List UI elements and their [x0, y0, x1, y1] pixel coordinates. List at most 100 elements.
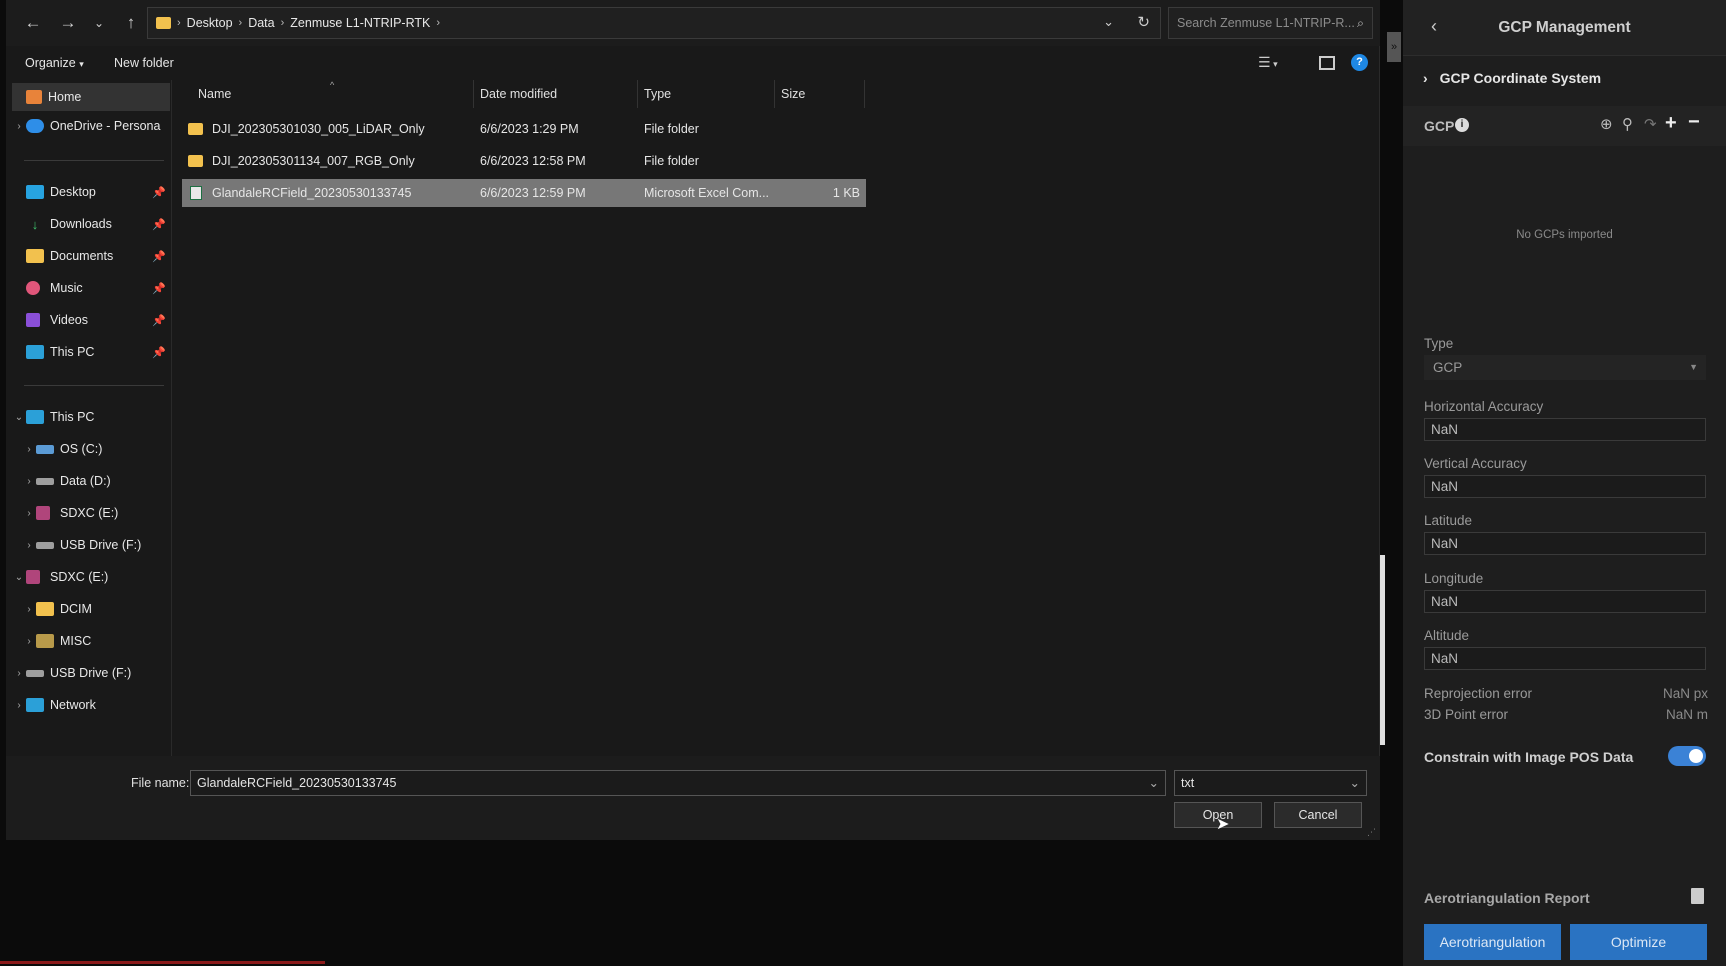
chevron-down-icon[interactable]: ⌄: [12, 412, 26, 423]
nav-item-downloads[interactable]: ↓ Downloads 📌: [12, 210, 170, 238]
nav-item-home[interactable]: Home: [12, 83, 170, 111]
pin-icon[interactable]: 📌: [152, 218, 166, 231]
up-arrow-icon[interactable]: ↑: [118, 10, 144, 36]
nav-item-sdxc[interactable]: ⌄ SDXC (E:): [12, 563, 170, 591]
horizontal-accuracy-input[interactable]: NaN: [1424, 418, 1706, 441]
remove-gcp-icon[interactable]: −: [1688, 111, 1700, 134]
address-breadcrumb[interactable]: › Desktop › Data › Zenmuse L1-NTRIP-RTK …: [147, 7, 1161, 39]
chevron-right-icon[interactable]: ›: [22, 636, 36, 647]
latitude-input[interactable]: NaN: [1424, 532, 1706, 555]
chevron-right-icon[interactable]: ›: [12, 121, 26, 132]
view-options-icon[interactable]: ☰ ▾: [1258, 54, 1288, 72]
file-type-select[interactable]: txt ⌄: [1174, 770, 1367, 796]
chevron-right-icon[interactable]: ›: [22, 604, 36, 615]
breadcrumb-zenmuse[interactable]: Zenmuse L1-NTRIP-RTK: [290, 16, 430, 30]
new-folder-button[interactable]: New folder: [114, 56, 174, 70]
organize-label: Organize: [25, 56, 76, 70]
breadcrumb-desktop[interactable]: Desktop: [187, 16, 233, 30]
nav-label: This PC: [50, 345, 95, 359]
nav-label: DCIM: [60, 602, 92, 616]
column-header-name[interactable]: Name ^: [182, 80, 474, 108]
chevron-down-icon: ⌄: [1349, 776, 1360, 790]
download-icon: ↓: [31, 217, 39, 232]
folder-icon: [188, 123, 203, 135]
constrain-toggle[interactable]: [1668, 746, 1706, 766]
nav-item-this-pc[interactable]: ⌄ This PC: [12, 403, 170, 431]
nav-item-usb-drive[interactable]: › USB Drive (F:): [12, 659, 170, 687]
nav-item-music[interactable]: Music 📌: [12, 274, 170, 302]
type-select[interactable]: GCP ▼: [1424, 355, 1706, 380]
export-icon[interactable]: ↷: [1644, 115, 1657, 133]
pin-icon[interactable]: 📌: [152, 250, 166, 263]
nav-item-sdxc-e[interactable]: › SDXC (E:): [12, 499, 170, 527]
pin-icon[interactable]: 📌: [152, 346, 166, 359]
nav-item-usb-f[interactable]: › USB Drive (F:): [12, 531, 170, 559]
nav-item-onedrive[interactable]: › OneDrive - Persona: [12, 112, 170, 140]
file-type: Microsoft Excel Com...: [644, 186, 769, 200]
chevron-right-icon[interactable]: ›: [22, 540, 36, 551]
refresh-icon[interactable]: ↻: [1137, 13, 1150, 31]
drive-icon: [36, 444, 54, 454]
pin-icon[interactable]: 📌: [152, 186, 166, 199]
chevron-down-icon[interactable]: ⌄: [12, 572, 26, 583]
longitude-input[interactable]: NaN: [1424, 590, 1706, 613]
nav-item-desktop[interactable]: Desktop 📌: [12, 178, 170, 206]
chevron-right-icon[interactable]: ›: [12, 668, 26, 679]
pick-point-icon[interactable]: ⚲: [1622, 115, 1633, 133]
column-header-type[interactable]: Type: [638, 80, 775, 108]
info-icon[interactable]: i: [1455, 118, 1469, 132]
nav-item-videos[interactable]: Videos 📌: [12, 306, 170, 334]
breadcrumb-data[interactable]: Data: [248, 16, 274, 30]
locate-gcp-icon[interactable]: ⊕: [1600, 115, 1613, 133]
column-header-size[interactable]: Size: [775, 80, 865, 108]
nav-divider: [24, 385, 164, 386]
chevron-right-icon[interactable]: ›: [22, 508, 36, 519]
nav-divider: [24, 160, 164, 161]
back-arrow-icon[interactable]: ←: [20, 10, 46, 36]
nav-item-misc[interactable]: › MISC: [12, 627, 170, 655]
nav-item-os-c[interactable]: › OS (C:): [12, 435, 170, 463]
chevron-right-icon[interactable]: ›: [22, 476, 36, 487]
file-row[interactable]: DJI_202305301134_007_RGB_Only 6/6/2023 1…: [182, 147, 866, 175]
forward-arrow-icon[interactable]: →: [55, 10, 81, 36]
recent-locations-chevron-icon[interactable]: ⌄: [86, 10, 112, 36]
altitude-input[interactable]: NaN: [1424, 647, 1706, 670]
altitude-label: Altitude: [1424, 628, 1470, 643]
aerotriangulation-report-label: Aerotriangulation Report: [1424, 890, 1590, 906]
desktop-icon: [26, 185, 44, 199]
video-icon: [26, 313, 40, 327]
nav-item-network[interactable]: › Network: [12, 691, 170, 719]
coordinate-system-toggle[interactable]: › GCP Coordinate System: [1423, 70, 1601, 86]
network-icon: [26, 698, 44, 712]
scrollbar-thumb[interactable]: [1380, 555, 1385, 745]
optimize-button[interactable]: Optimize: [1570, 924, 1707, 960]
file-row[interactable]: DJI_202305301030_005_LiDAR_Only 6/6/2023…: [182, 115, 866, 143]
search-input[interactable]: Search Zenmuse L1-NTRIP-R... ⌕: [1168, 7, 1373, 39]
chevron-right-icon[interactable]: ›: [12, 700, 26, 711]
aerotriangulation-button[interactable]: Aerotriangulation: [1424, 924, 1561, 960]
vertical-accuracy-input[interactable]: NaN: [1424, 475, 1706, 498]
collapse-panel-icon[interactable]: »: [1387, 32, 1401, 62]
nav-item-dcim[interactable]: › DCIM: [12, 595, 170, 623]
file-name-input[interactable]: GlandaleRCField_20230530133745 ⌄: [190, 770, 1166, 796]
resize-grip-icon[interactable]: ⋰: [1367, 827, 1376, 838]
column-header-date[interactable]: Date modified: [474, 80, 638, 108]
nav-item-documents[interactable]: Documents 📌: [12, 242, 170, 270]
address-dropdown-icon[interactable]: ⌄: [1103, 14, 1114, 30]
report-document-icon[interactable]: [1691, 888, 1704, 904]
panel-title: GCP Management: [1498, 19, 1631, 36]
add-gcp-icon[interactable]: +: [1665, 112, 1677, 135]
pin-icon[interactable]: 📌: [152, 282, 166, 295]
cancel-button[interactable]: Cancel: [1274, 802, 1362, 828]
help-icon[interactable]: ?: [1351, 54, 1368, 71]
nav-item-this-pc-quick[interactable]: This PC 📌: [12, 338, 170, 366]
nav-label: Downloads: [50, 217, 112, 231]
chevron-right-icon[interactable]: ›: [22, 444, 36, 455]
nav-item-data-d[interactable]: › Data (D:): [12, 467, 170, 495]
organize-button[interactable]: Organize ▾: [25, 56, 84, 70]
pin-icon[interactable]: 📌: [152, 314, 166, 327]
chevron-down-icon[interactable]: ⌄: [1149, 771, 1159, 795]
preview-pane-icon[interactable]: [1319, 56, 1335, 70]
documents-folder-icon: [26, 249, 44, 263]
file-row-selected[interactable]: GlandaleRCField_20230530133745 6/6/2023 …: [182, 179, 866, 207]
